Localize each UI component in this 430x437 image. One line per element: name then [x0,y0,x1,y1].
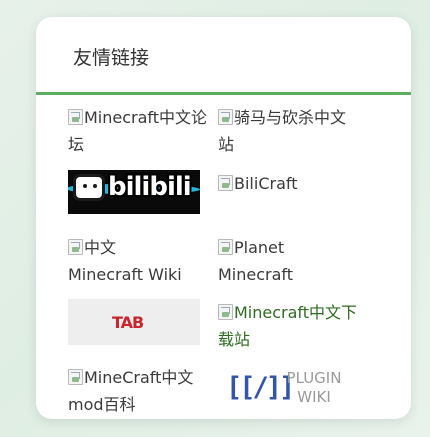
link-chinese-minecraft-wiki[interactable]: 中文 Minecraft Wiki [68,234,188,288]
link-bilibili-logo[interactable]: bilibili [68,170,200,214]
bilibili-tv-icon [73,174,105,201]
broken-image-icon [68,239,83,255]
link-planet-minecraft[interactable]: Planet Minecraft [218,234,328,288]
broken-image-icon [68,369,83,385]
link-mount-blade[interactable]: 骑马与砍杀中文站 [218,104,358,158]
section-title: 友情链接 [73,47,150,69]
broken-image-icon [218,109,233,125]
broken-image-icon [218,239,233,255]
broken-image-icon [218,175,233,191]
tab-logo: TAB [112,313,144,332]
link-tab-logo[interactable]: TAB [68,299,200,345]
plugin-wiki-word-wiki: WIKI [297,388,331,406]
bilibili-wordmark: bilibili [108,172,192,202]
link-minecraft-download-site[interactable]: Minecraft中文下载站 [218,299,358,353]
friend-links-card: 友情链接 Minecraft中文论坛 骑马与砍杀中文站 bilibili Bil… [36,17,411,419]
link-minecraft-mod-wiki[interactable]: MineCraft中文mod百科 [68,364,208,418]
link-plugin-wiki-logo[interactable]: [[/]] PLUGIN WIKI [218,364,348,412]
broken-image-icon [68,109,83,125]
link-minecraft-forum[interactable]: Minecraft中文论坛 [68,104,208,158]
plugin-wiki-word-plugin: PLUGIN [286,369,342,387]
title-divider [36,92,411,95]
broken-image-icon [218,304,233,320]
link-bilicraft[interactable]: BiliCraft [218,170,358,197]
